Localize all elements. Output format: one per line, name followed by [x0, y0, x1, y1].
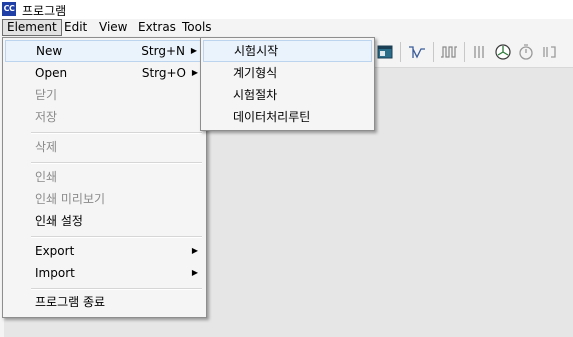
menu-item-new[interactable]: New Strg+N ▶ [5, 40, 204, 62]
submenu-item-label: 계기형식 [233, 66, 278, 80]
grid-icon[interactable] [471, 43, 489, 61]
title-bar: CC 프로그램 [0, 0, 573, 19]
submenu-arrow-icon: ▶ [191, 246, 198, 255]
submenu-item-label: 시험시작 [234, 44, 279, 58]
connector-icon[interactable] [541, 43, 559, 61]
menu-item-delete[interactable]: 삭제 [5, 137, 204, 157]
menu-separator [31, 288, 202, 290]
element-menu: New Strg+N ▶ Open Strg+O ▶ 닫기 저장 삭제 인쇄 인… [2, 37, 207, 318]
menu-extras[interactable]: Extras [134, 20, 180, 35]
submenu-arrow-icon: ▶ [191, 268, 198, 277]
submenu-item-test-procedure[interactable]: 시험절차 [203, 85, 372, 105]
menu-item-export[interactable]: Export ▶ [5, 241, 204, 261]
menu-item-save[interactable]: 저장 [5, 107, 204, 127]
menu-item-import[interactable]: Import ▶ [5, 263, 204, 283]
table-icon[interactable] [376, 43, 394, 61]
menu-item-label: 닫기 [35, 88, 58, 102]
menu-item-label: Export [35, 244, 75, 258]
menu-item-print-settings[interactable]: 인쇄 설정 [5, 211, 204, 231]
menu-separator [31, 236, 202, 238]
menu-item-label: 인쇄 미리보기 [35, 192, 106, 206]
menu-item-exit[interactable]: 프로그램 종료 [5, 292, 204, 312]
menu-tools[interactable]: Tools [178, 20, 216, 35]
submenu-item-test-start[interactable]: 시험시작 [203, 40, 372, 62]
menu-item-label: 프로그램 종료 [35, 295, 106, 309]
menu-separator [31, 132, 202, 134]
menu-item-label: 인쇄 설정 [35, 214, 83, 228]
menu-item-label: 저장 [35, 110, 58, 124]
submenu-item-label: 데이터처리루틴 [233, 110, 311, 124]
menu-item-shortcut: Strg+N [141, 44, 185, 58]
toolbar-separator [400, 42, 401, 62]
submenu-item-data-routine[interactable]: 데이터처리루틴 [203, 107, 372, 127]
submenu-item-instrument-type[interactable]: 계기형식 [203, 63, 372, 83]
signal-icon[interactable] [440, 43, 458, 61]
menu-item-label: Open [35, 66, 68, 80]
menu-item-label: 인쇄 [35, 170, 58, 184]
menu-item-label: New [36, 44, 63, 58]
chart-icon[interactable] [494, 43, 512, 61]
menu-element[interactable]: Element [2, 19, 62, 36]
menu-item-label: 삭제 [35, 140, 58, 154]
clock-icon[interactable] [517, 43, 535, 61]
new-submenu: 시험시작 계기형식 시험절차 데이터처리루틴 [200, 37, 375, 131]
menu-item-label: Import [35, 266, 75, 280]
submenu-item-label: 시험절차 [233, 88, 278, 102]
menu-item-open[interactable]: Open Strg+O ▶ [5, 63, 204, 83]
toolbar-separator [433, 42, 434, 62]
menu-item-close[interactable]: 닫기 [5, 85, 204, 105]
menu-edit[interactable]: Edit [60, 20, 91, 35]
menu-item-print-preview[interactable]: 인쇄 미리보기 [5, 189, 204, 209]
menu-separator [31, 162, 202, 164]
toolbar-separator [464, 42, 465, 62]
submenu-arrow-icon: ▶ [191, 68, 198, 77]
menu-item-shortcut: Strg+O [141, 66, 186, 80]
menu-item-print[interactable]: 인쇄 [5, 167, 204, 187]
waveform-icon[interactable] [408, 43, 426, 61]
submenu-arrow-icon: ▶ [190, 46, 197, 55]
menu-view[interactable]: View [95, 20, 131, 35]
app-icon: CC [2, 2, 16, 16]
menu-bar: Element Edit View Extras Tools [0, 19, 573, 38]
window-title: 프로그램 [22, 4, 67, 18]
